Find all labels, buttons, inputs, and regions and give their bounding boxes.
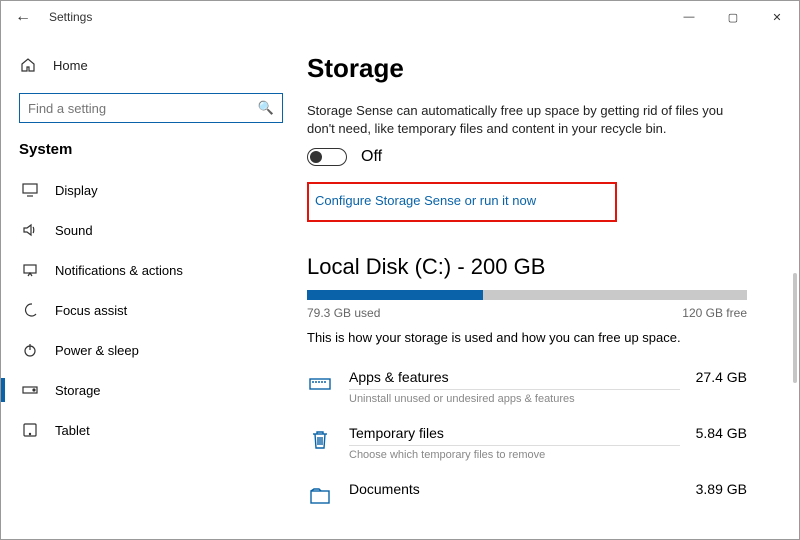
sidebar-home-label: Home [53, 58, 88, 73]
apps-icon [307, 371, 333, 397]
window-controls: — ▢ ✕ [667, 1, 799, 33]
sidebar-item-label: Power & sleep [55, 343, 139, 358]
configure-storage-sense-link[interactable]: Configure Storage Sense or run it now [315, 193, 536, 208]
category-subtitle: Uninstall unused or undesired apps & fea… [349, 389, 680, 405]
display-icon [21, 183, 39, 197]
sidebar-section-header: System [19, 141, 283, 158]
sidebar-item-focus-assist[interactable]: Focus assist [19, 290, 283, 330]
sidebar-item-power-sleep[interactable]: Power & sleep [19, 330, 283, 370]
documents-icon [307, 483, 333, 509]
disk-used-label: 79.3 GB used [307, 306, 380, 320]
how-storage-used-text: This is how your storage is used and how… [307, 330, 787, 345]
category-documents[interactable]: Documents 3.89 GB [307, 471, 747, 519]
window-title: Settings [49, 10, 92, 24]
search-icon: 🔍 [258, 100, 274, 116]
category-size: 27.4 GB [696, 369, 747, 385]
local-disk-heading: Local Disk (C:) - 200 GB [307, 254, 787, 280]
maximize-button[interactable]: ▢ [711, 1, 755, 33]
sidebar-item-label: Sound [55, 223, 93, 238]
disk-usage-bar [307, 290, 747, 300]
category-apps-features[interactable]: Apps & features Uninstall unused or unde… [307, 359, 747, 415]
sidebar-item-label: Display [55, 183, 98, 198]
disk-free-label: 120 GB free [682, 306, 747, 320]
sidebar-home[interactable]: Home [19, 53, 283, 77]
back-button[interactable]: ← [15, 8, 37, 26]
tablet-icon [21, 423, 39, 437]
category-temporary-files[interactable]: Temporary files Choose which temporary f… [307, 415, 747, 471]
search-box[interactable]: 🔍 [19, 93, 283, 123]
toggle-state-label: Off [361, 148, 382, 166]
page-title: Storage [307, 53, 787, 84]
focus-assist-icon [21, 302, 39, 318]
sidebar-item-tablet[interactable]: Tablet [19, 410, 283, 450]
storage-sense-toggle-row: Off [307, 148, 787, 166]
sidebar-item-label: Focus assist [55, 303, 127, 318]
sidebar-item-label: Tablet [55, 423, 90, 438]
category-title: Apps & features [349, 369, 680, 385]
notifications-icon [21, 263, 39, 277]
titlebar: ← Settings — ▢ ✕ [1, 1, 799, 33]
category-size: 3.89 GB [696, 481, 747, 497]
settings-window: ← Settings — ▢ ✕ Home 🔍 System [0, 0, 800, 540]
home-icon [19, 57, 37, 73]
category-title: Temporary files [349, 425, 680, 441]
storage-sense-description: Storage Sense can automatically free up … [307, 102, 737, 138]
highlight-box: Configure Storage Sense or run it now [307, 182, 617, 222]
category-size: 5.84 GB [696, 425, 747, 441]
sidebar-item-notifications[interactable]: Notifications & actions [19, 250, 283, 290]
power-icon [21, 342, 39, 358]
sidebar-item-display[interactable]: Display [19, 170, 283, 210]
sidebar-item-storage[interactable]: Storage [19, 370, 283, 410]
category-title: Documents [349, 481, 680, 497]
category-subtitle: Choose which temporary files to remove [349, 445, 680, 461]
sidebar-item-sound[interactable]: Sound [19, 210, 283, 250]
scrollbar[interactable] [793, 273, 797, 383]
storage-icon [21, 384, 39, 396]
storage-sense-toggle[interactable] [307, 148, 347, 166]
sound-icon [21, 223, 39, 237]
trash-icon [307, 427, 333, 453]
minimize-button[interactable]: — [667, 1, 711, 33]
disk-usage-bar-used [307, 290, 483, 300]
sidebar-item-label: Storage [55, 383, 101, 398]
sidebar-item-label: Notifications & actions [55, 263, 183, 278]
main-panel: Storage Storage Sense can automatically … [301, 33, 799, 539]
sidebar: Home 🔍 System Display Sound Notification [1, 33, 301, 539]
toggle-knob [310, 151, 322, 163]
sidebar-nav: Display Sound Notifications & actions Fo… [19, 170, 283, 450]
close-button[interactable]: ✕ [755, 1, 799, 33]
search-input[interactable] [28, 101, 258, 116]
disk-usage-labels: 79.3 GB used 120 GB free [307, 306, 747, 320]
